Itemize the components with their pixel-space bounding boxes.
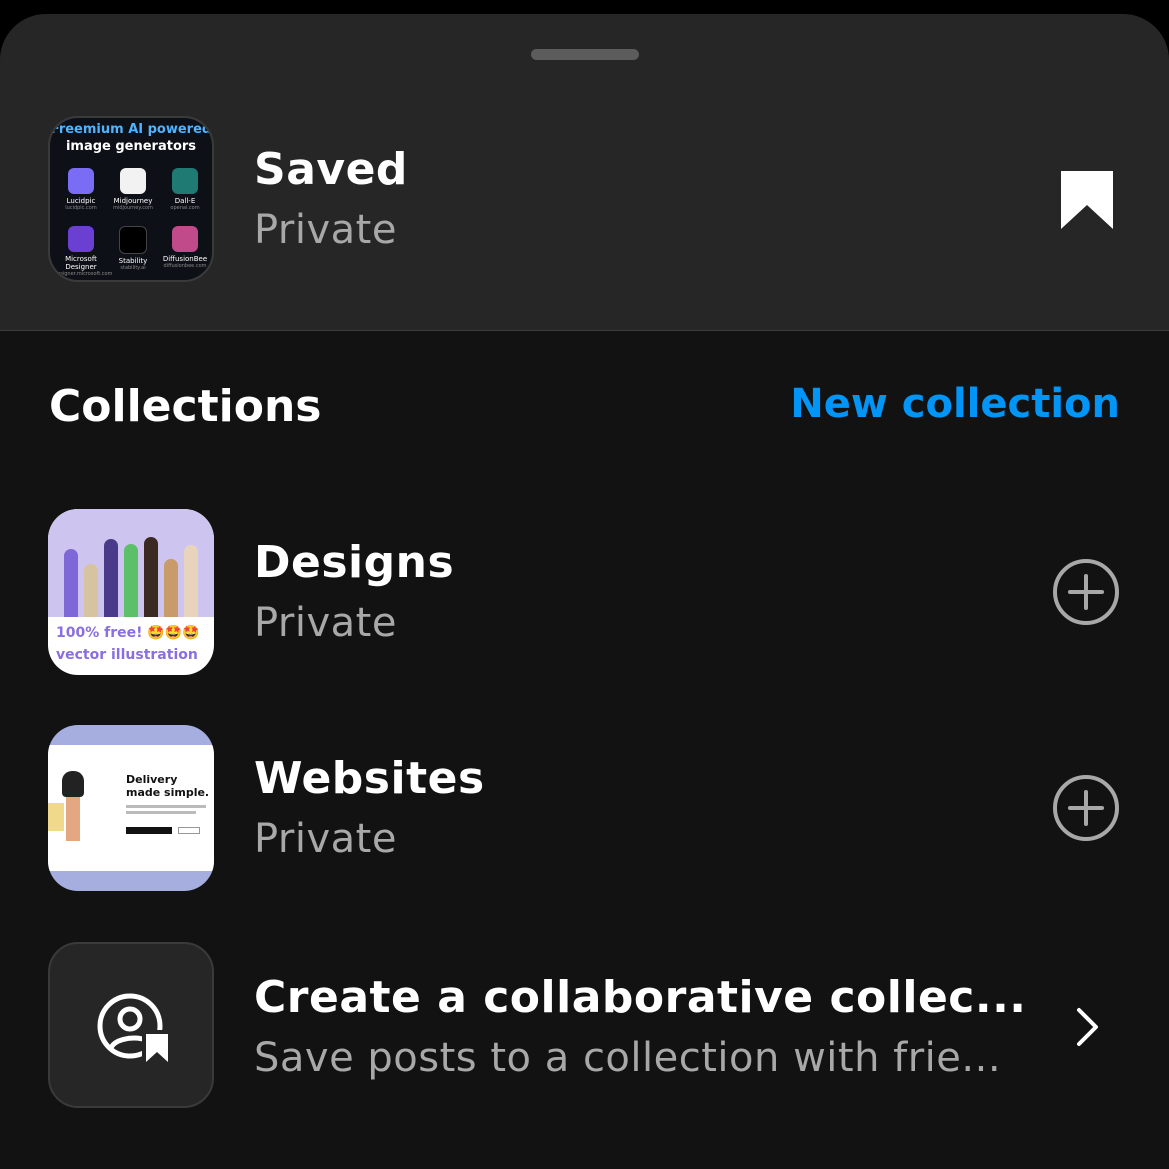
dalle-icon	[172, 168, 198, 194]
chevron-right-icon[interactable]	[1074, 1006, 1102, 1048]
websites-thumb-headline1: Delivery	[126, 773, 178, 786]
collection-row-websites[interactable]: Delivery made simple. Websites Private	[0, 725, 1169, 891]
collab-icon-box	[48, 942, 214, 1108]
websites-subtitle: Private	[254, 816, 397, 862]
collection-row-designs[interactable]: 100% free! 🤩🤩🤩 vector illustration Desig…	[0, 509, 1169, 675]
app-url: stability.ai	[120, 265, 146, 271]
new-collection-button[interactable]: New collection	[790, 381, 1120, 427]
lucidpic-icon	[68, 168, 94, 194]
app-name: Stability	[118, 257, 148, 265]
app-name: Dall-E	[174, 197, 196, 205]
microsoft-designer-icon	[68, 226, 94, 252]
person-illustration	[62, 771, 84, 797]
sheet-grabber[interactable]	[531, 49, 639, 60]
designs-thumbnail: 100% free! 🤩🤩🤩 vector illustration	[48, 509, 214, 675]
app-url: lucidpic.com	[65, 205, 97, 211]
collections-heading: Collections	[49, 381, 322, 432]
saved-thumbnail: Freemium AI powered image generators Luc…	[48, 116, 214, 282]
hands-illustration	[48, 509, 214, 617]
app-name: DiffusionBee	[162, 255, 208, 263]
website-preview: Delivery made simple.	[48, 745, 214, 871]
app-url: openai.com	[170, 205, 200, 211]
app-url: designer.microsoft.com	[54, 271, 113, 277]
bookmark-filled-icon[interactable]	[1059, 169, 1115, 231]
add-to-websites-button[interactable]	[1052, 774, 1120, 842]
collaborative-subtitle: Save posts to a collection with frie...	[254, 1035, 1002, 1081]
app-name: Lucidpic	[66, 197, 96, 205]
designs-subtitle: Private	[254, 600, 397, 646]
app-tile: Midjourney midjourney.com	[106, 168, 160, 211]
saved-subtitle: Private	[254, 207, 397, 253]
saved-title: Saved	[254, 144, 408, 195]
app-url: midjourney.com	[113, 205, 153, 211]
app-tile: Microsoft Designer designer.microsoft.co…	[54, 226, 113, 277]
add-to-designs-button[interactable]	[1052, 558, 1120, 626]
user-bookmark-icon	[97, 993, 170, 1064]
saved-panel[interactable]: Freemium AI powered image generators Luc…	[0, 14, 1169, 331]
app-name: Midjourney	[113, 197, 153, 205]
collections-sheet: Freemium AI powered image generators Luc…	[0, 14, 1169, 1169]
diffusionbee-icon	[172, 226, 198, 252]
websites-thumbnail: Delivery made simple.	[48, 725, 214, 891]
websites-title: Websites	[254, 753, 485, 804]
thumbnail-heading-2: image generators	[65, 139, 197, 154]
app-name: Microsoft Designer	[65, 255, 97, 271]
create-collaborative-collection-row[interactable]: Create a collaborative collec... Save po…	[0, 942, 1169, 1108]
app-url: diffusionbee.com	[163, 263, 207, 269]
designs-thumb-line1: 100% free! 🤩🤩🤩	[56, 625, 200, 641]
thumbnail-heading-1: Freemium AI powered	[50, 122, 212, 137]
designs-thumb-line2: vector illustration	[56, 647, 198, 663]
midjourney-icon	[120, 168, 146, 194]
app-tile: DiffusionBee diffusionbee.com	[158, 226, 212, 269]
app-tile: Stability stability.ai	[106, 226, 160, 271]
designs-title: Designs	[254, 537, 455, 588]
stability-icon	[119, 226, 147, 254]
app-tile: Lucidpic lucidpic.com	[54, 168, 108, 211]
collaborative-title: Create a collaborative collec...	[254, 972, 1027, 1023]
app-tile: Dall-E openai.com	[158, 168, 212, 211]
websites-thumb-headline2: made simple.	[126, 786, 210, 799]
